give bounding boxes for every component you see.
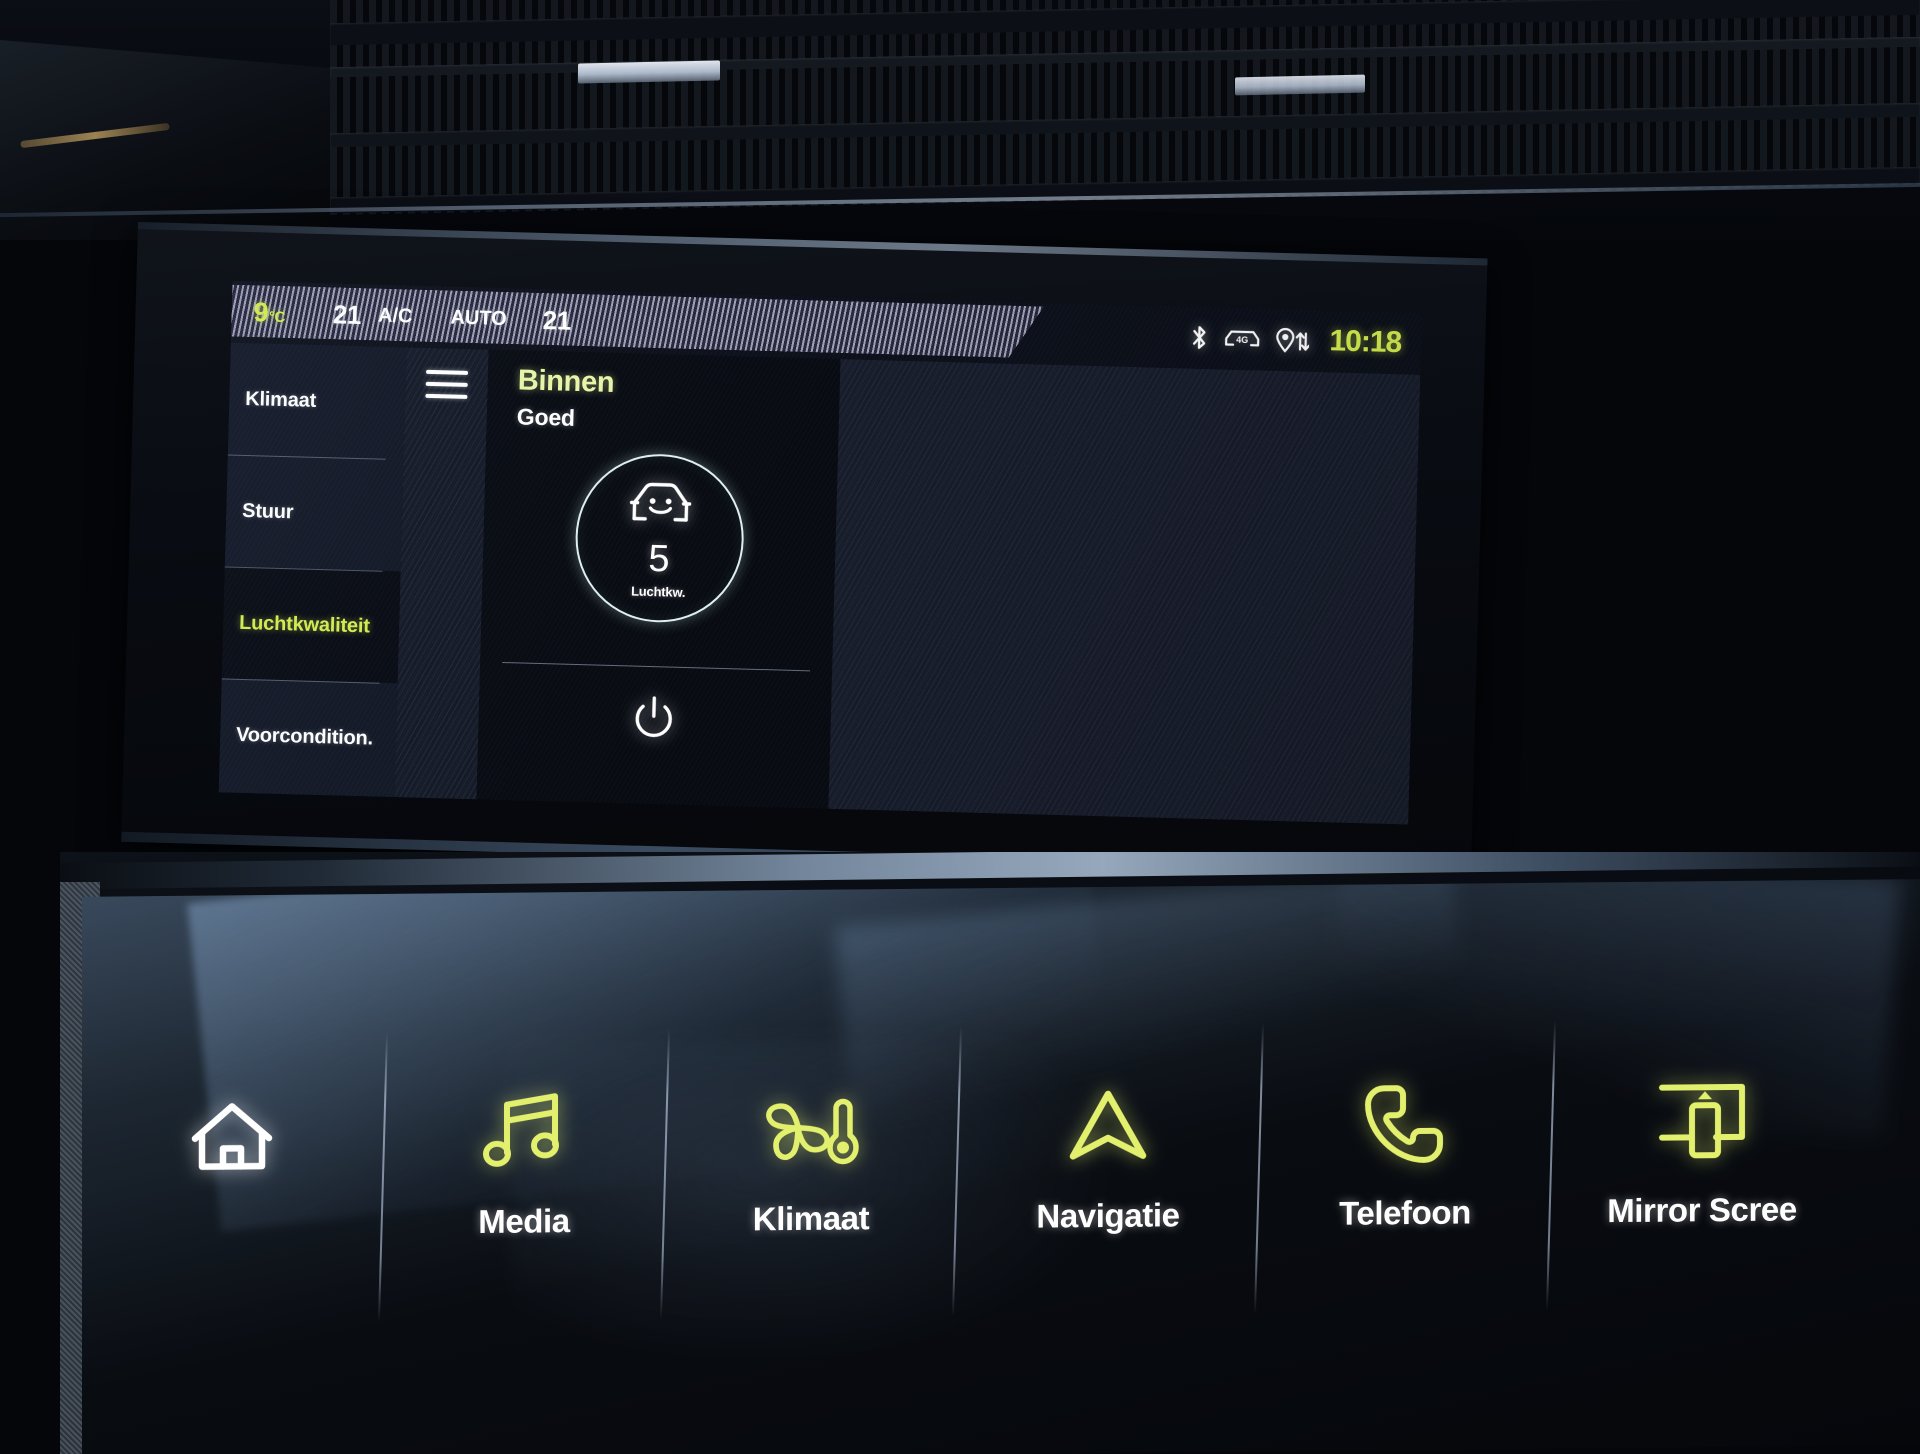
menu-drawer-column[interactable] [394,347,489,800]
hamburger-line [425,393,468,399]
infotainment-display: 9 °C 21 A/C AUTO 21 4G 10:18 Klimaat Stu… [218,280,1423,825]
nav-item-media[interactable]: Media [384,1009,664,1342]
status-bar-climate-group: 9 °C 21 A/C AUTO 21 [253,281,572,352]
infotainment-photo: 9 °C 21 A/C AUTO 21 4G 10:18 Klimaat Stu… [0,0,1920,1454]
nav-item-label: Klimaat [752,1199,870,1238]
outside-temperature: 9 °C [253,297,285,329]
navigation-arrow-icon [1063,1071,1153,1184]
bluetooth-icon[interactable] [1189,324,1210,351]
nav-item-mirror-screen[interactable]: Mirror Scree [1552,998,1852,1331]
lower-console: Media Klimaat Navigatie Telefoon Mirror … [60,852,1920,1454]
sidebar-item-label: Luchtkwaliteit [238,611,371,637]
touch-control-panel: Media Klimaat Navigatie Telefoon Mirror … [82,879,1920,1454]
air-quality-gauge[interactable]: 5 Luchtkw. [573,451,746,625]
air-quality-caption: Luchtkw. [630,583,686,600]
panel-subtitle: Goed [516,403,576,431]
sidebar-item-label: Klimaat [244,387,317,412]
auto-button[interactable]: AUTO [450,306,507,331]
nav-item-telefoon[interactable]: Telefoon [1260,1001,1550,1334]
air-quality-value: 5 [647,537,671,581]
status-bar-system-group: 4G 10:18 [1189,306,1402,374]
nav-item-label: Navigatie [1036,1196,1180,1235]
driver-temperature[interactable]: 21 [333,299,362,331]
outside-temperature-value: 9 [253,296,269,328]
power-icon[interactable] [624,689,684,749]
clock: 10:18 [1329,324,1402,360]
car-4g-icon[interactable]: 4G [1224,325,1261,352]
display-body: Klimaat Stuur Luchtkwaliteit Voorconditi… [218,342,1421,825]
sidebar-item-klimaat[interactable]: Klimaat [228,343,407,460]
infotainment-screen-housing: 9 °C 21 A/C AUTO 21 4G 10:18 Klimaat Stu… [121,222,1488,879]
bottom-nav-bar: Media Klimaat Navigatie Telefoon Mirror … [82,879,1920,1454]
mirror-screen-icon [1654,1065,1750,1178]
vent-highlight [1235,74,1365,96]
sidebar-item-label: Voorcondition. [235,723,374,750]
settings-sidebar: Klimaat Stuur Luchtkwaliteit Voorconditi… [218,342,407,798]
hamburger-menu-icon[interactable] [415,369,469,799]
air-quality-panel: Binnen Goed 5 Luchtkw. [476,349,841,809]
nav-item-label: Mirror Scree [1607,1190,1797,1230]
car-smiley-icon [629,478,692,533]
nav-item-label: Media [478,1202,570,1241]
home-icon [189,1079,275,1192]
hamburger-line [425,381,468,387]
nav-item-navigatie[interactable]: Navigatie [958,1004,1258,1337]
nav-item-label: Telefoon [1339,1193,1471,1232]
location-sync-icon[interactable] [1275,327,1310,354]
sidebar-item-label: Stuur [241,499,294,523]
sidebar-item-stuur[interactable]: Stuur [225,455,404,572]
nav-item-home[interactable] [82,1012,382,1345]
ac-button[interactable]: A/C [378,304,413,328]
passenger-temperature[interactable]: 21 [542,304,571,336]
music-note-icon [481,1076,567,1189]
outside-temperature-unit: °C [268,308,286,326]
right-empty-pane [828,359,1421,825]
svg-text:4G: 4G [1236,335,1248,345]
panel-divider [502,662,811,672]
phone-handset-icon [1362,1068,1448,1181]
panel-title: Binnen [517,364,615,399]
fan-thermometer-icon [755,1073,867,1186]
sidebar-item-luchtkwaliteit[interactable]: Luchtkwaliteit [221,566,401,684]
vent-highlight [578,60,720,84]
dashboard-vent-area [0,0,1920,240]
sidebar-item-voorcondition[interactable]: Voorcondition. [219,678,398,795]
nav-item-klimaat[interactable]: Klimaat [666,1006,956,1339]
hamburger-line [425,369,469,375]
